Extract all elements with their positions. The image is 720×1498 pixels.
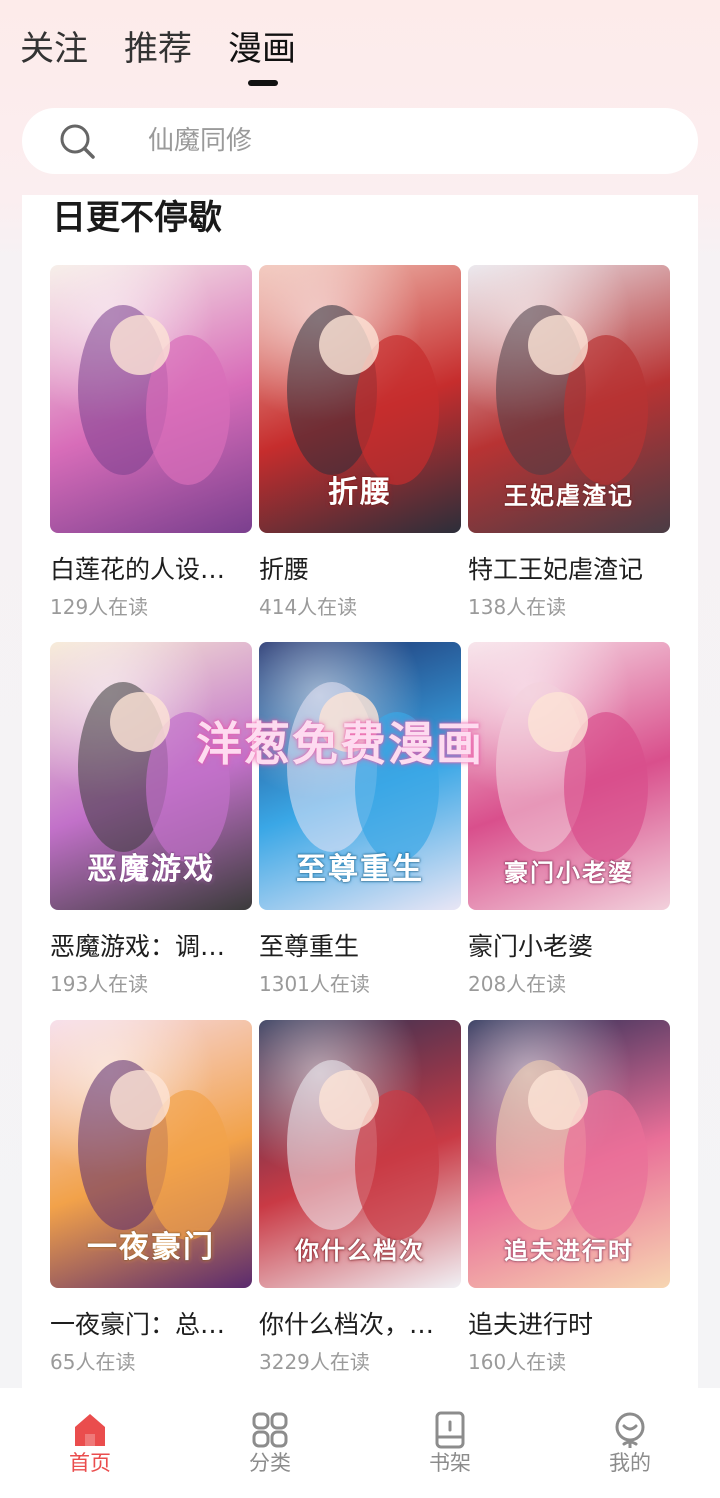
comic-cover[interactable]: 王妃虐渣记: [468, 265, 670, 533]
nav-category-label: 分类: [249, 1451, 291, 1475]
nav-profile[interactable]: 我的: [570, 1388, 690, 1498]
comic-reader-count: 160人在读: [468, 1350, 567, 1374]
tab-comics[interactable]: 漫画: [228, 26, 296, 72]
nav-home-label: 首页: [69, 1451, 111, 1475]
cover-title-art: 追夫进行时: [504, 1236, 634, 1265]
comic-reader-count: 193人在读: [50, 972, 149, 996]
comic-cover[interactable]: 折腰: [259, 265, 461, 533]
home-icon: [75, 1414, 105, 1446]
comic-item[interactable]: 至尊重生 至尊重生 1301人在读: [259, 642, 461, 998]
comic-item[interactable]: 豪门小老婆 豪门小老婆 208人在读: [468, 642, 670, 998]
cover-title-art: 王妃虐渣记: [504, 481, 634, 510]
cover-title-art: 恶魔游戏: [87, 852, 215, 887]
bottom-nav: 首页 分类 书架 我的: [0, 1388, 720, 1498]
bookshelf-icon: [435, 1411, 465, 1449]
comic-title[interactable]: 特工王妃虐渣记: [468, 553, 670, 587]
cover-face: [110, 1070, 170, 1130]
comic-cover[interactable]: [50, 265, 252, 533]
cover-title-art: 你什么档次: [295, 1236, 425, 1265]
active-tab-indicator: [248, 80, 278, 86]
comic-reader-count: 3229人在读: [259, 1350, 370, 1374]
comic-cover[interactable]: 一夜豪门: [50, 1020, 252, 1288]
cover-face: [319, 1070, 379, 1130]
tab-recommend[interactable]: 推荐: [124, 26, 192, 72]
search-bar[interactable]: 仙魔同修: [22, 108, 698, 174]
comic-title[interactable]: 至尊重生: [259, 930, 461, 964]
search-icon: [60, 124, 95, 159]
cover-face: [528, 692, 588, 752]
comic-cover[interactable]: 你什么档次: [259, 1020, 461, 1288]
cover-face: [319, 315, 379, 375]
section-title: 日更不停歇: [52, 198, 222, 238]
comic-reader-count: 138人在读: [468, 595, 567, 619]
comic-cover[interactable]: 至尊重生: [259, 642, 461, 910]
comic-cover[interactable]: 恶魔游戏: [50, 642, 252, 910]
comic-item[interactable]: 白莲花的人设… 129人在读: [50, 265, 252, 621]
comic-cover[interactable]: 豪门小老婆: [468, 642, 670, 910]
cover-title-art: 至尊重生: [296, 852, 424, 887]
nav-bookshelf-label: 书架: [429, 1451, 471, 1475]
comic-title[interactable]: 豪门小老婆: [468, 930, 670, 964]
nav-category[interactable]: 分类: [210, 1388, 330, 1498]
nav-profile-label: 我的: [609, 1451, 651, 1475]
cover-face: [528, 315, 588, 375]
cover-face: [110, 315, 170, 375]
comic-reader-count: 208人在读: [468, 972, 567, 996]
comic-item[interactable]: 追夫进行时 追夫进行时 160人在读: [468, 1020, 670, 1376]
comic-item[interactable]: 一夜豪门一夜豪门：总… 65人在读: [50, 1020, 252, 1376]
comic-reader-count: 1301人在读: [259, 972, 370, 996]
search-placeholder: 仙魔同修: [148, 126, 253, 156]
comic-title[interactable]: 你什么档次，…: [259, 1308, 461, 1342]
comic-reader-count: 414人在读: [259, 595, 358, 619]
comic-item[interactable]: 恶魔游戏恶魔游戏：调… 193人在读: [50, 642, 252, 998]
profile-icon: [615, 1412, 645, 1448]
tab-follow[interactable]: 关注: [20, 26, 88, 72]
comic-reader-count: 129人在读: [50, 595, 149, 619]
comic-title[interactable]: 白莲花的人设…: [50, 553, 252, 587]
category-icon: [252, 1412, 288, 1448]
comic-title[interactable]: 恶魔游戏：调…: [50, 930, 252, 964]
comic-item[interactable]: 王妃虐渣记特工王妃虐渣记 138人在读: [468, 265, 670, 621]
nav-bookshelf[interactable]: 书架: [390, 1388, 510, 1498]
cover-title-art: 豪门小老婆: [504, 858, 634, 887]
cover-title-art: 折腰: [328, 475, 392, 510]
nav-home[interactable]: 首页: [30, 1388, 150, 1498]
cover-face: [110, 692, 170, 752]
cover-face: [319, 692, 379, 752]
cover-face: [528, 1070, 588, 1130]
comic-title[interactable]: 一夜豪门：总…: [50, 1308, 252, 1342]
top-tab-bar: 关注 推荐 漫画: [0, 0, 720, 100]
comic-reader-count: 65人在读: [50, 1350, 136, 1374]
cover-title-art: 一夜豪门: [87, 1230, 215, 1265]
comic-item[interactable]: 折腰 折腰 414人在读: [259, 265, 461, 621]
comic-cover[interactable]: 追夫进行时: [468, 1020, 670, 1288]
comic-title[interactable]: 追夫进行时: [468, 1308, 670, 1342]
comic-item[interactable]: 你什么档次你什么档次，… 3229人在读: [259, 1020, 461, 1376]
comic-title[interactable]: 折腰: [259, 553, 461, 587]
